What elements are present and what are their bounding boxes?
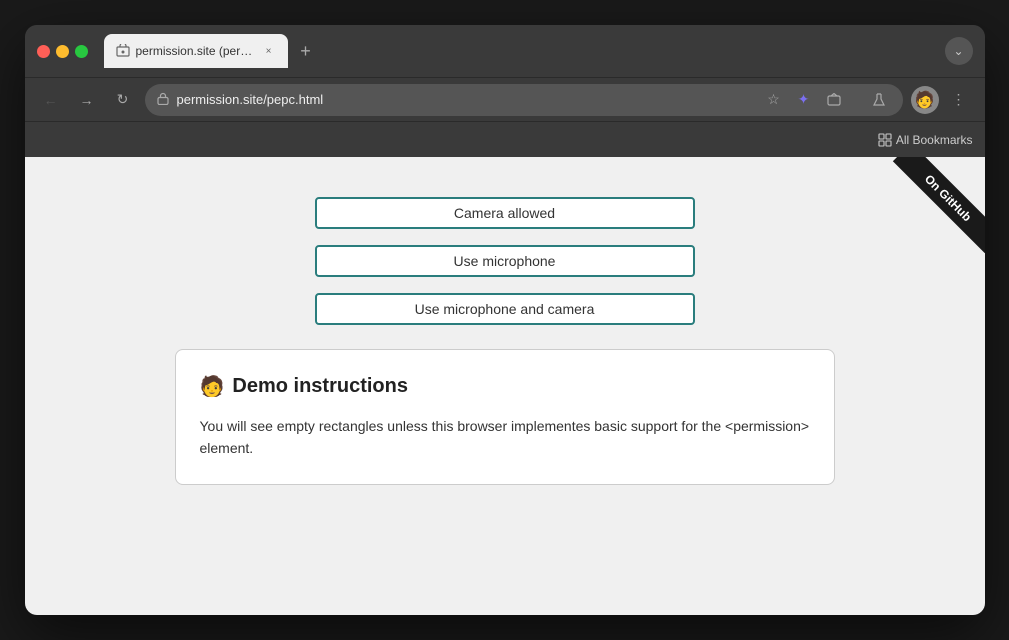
separator bbox=[856, 90, 857, 110]
tab-close-button[interactable]: × bbox=[262, 44, 276, 58]
share-icon[interactable] bbox=[822, 88, 846, 112]
github-banner: On GitHub bbox=[865, 157, 985, 277]
star-icon[interactable]: ☆ bbox=[762, 88, 786, 112]
bookmarks-bar: All Bookmarks bbox=[25, 121, 985, 157]
title-bar: permission.site (permission e × + ⌄ bbox=[25, 25, 985, 77]
demo-description: You will see empty rectangles unless thi… bbox=[200, 415, 810, 460]
browser-window: permission.site (permission e × + ⌄ ← → … bbox=[25, 25, 985, 615]
chevron-down-icon[interactable]: ⌄ bbox=[945, 37, 973, 65]
use-microphone-button[interactable]: Use microphone bbox=[315, 245, 695, 277]
magic-icon[interactable]: ✦ bbox=[792, 88, 816, 112]
close-button[interactable] bbox=[37, 45, 50, 58]
nav-bar: ← → ↻ permission.site/pepc.html ☆ ✦ bbox=[25, 77, 985, 121]
github-ribbon-text: On GitHub bbox=[892, 157, 984, 253]
demo-title-text: Demo instructions bbox=[232, 375, 408, 398]
nav-actions: 🧑 ⋮ bbox=[911, 86, 973, 114]
use-microphone-camera-button[interactable]: Use microphone and camera bbox=[315, 293, 695, 325]
tab-bar: permission.site (permission e × + bbox=[104, 34, 937, 68]
new-tab-button[interactable]: + bbox=[292, 37, 320, 65]
lab-icon[interactable] bbox=[867, 88, 891, 112]
more-options-button[interactable]: ⋮ bbox=[945, 86, 973, 114]
window-controls-right: ⌄ bbox=[945, 37, 973, 65]
avatar[interactable]: 🧑 bbox=[911, 86, 939, 114]
page-content: Camera allowed Use microphone Use microp… bbox=[25, 157, 985, 615]
address-text: permission.site/pepc.html bbox=[177, 92, 754, 107]
active-tab[interactable]: permission.site (permission e × bbox=[104, 34, 288, 68]
camera-allowed-button[interactable]: Camera allowed bbox=[315, 197, 695, 229]
demo-icon: 🧑 bbox=[200, 374, 225, 399]
address-bar[interactable]: permission.site/pepc.html ☆ ✦ bbox=[145, 84, 903, 116]
traffic-lights bbox=[37, 45, 88, 58]
minimize-button[interactable] bbox=[56, 45, 69, 58]
maximize-button[interactable] bbox=[75, 45, 88, 58]
bookmarks-label: All Bookmarks bbox=[896, 133, 973, 147]
forward-button[interactable]: → bbox=[73, 86, 101, 114]
back-button[interactable]: ← bbox=[37, 86, 65, 114]
address-actions: ☆ ✦ bbox=[762, 88, 891, 112]
demo-title: 🧑 Demo instructions bbox=[200, 374, 810, 399]
all-bookmarks-item[interactable]: All Bookmarks bbox=[878, 133, 973, 147]
tab-title: permission.site (permission e bbox=[136, 44, 256, 58]
tab-favicon bbox=[116, 44, 130, 58]
reload-button[interactable]: ↻ bbox=[109, 86, 137, 114]
lock-icon bbox=[157, 92, 169, 108]
demo-box: 🧑 Demo instructions You will see empty r… bbox=[175, 349, 835, 485]
page-inner: Camera allowed Use microphone Use microp… bbox=[155, 157, 855, 525]
